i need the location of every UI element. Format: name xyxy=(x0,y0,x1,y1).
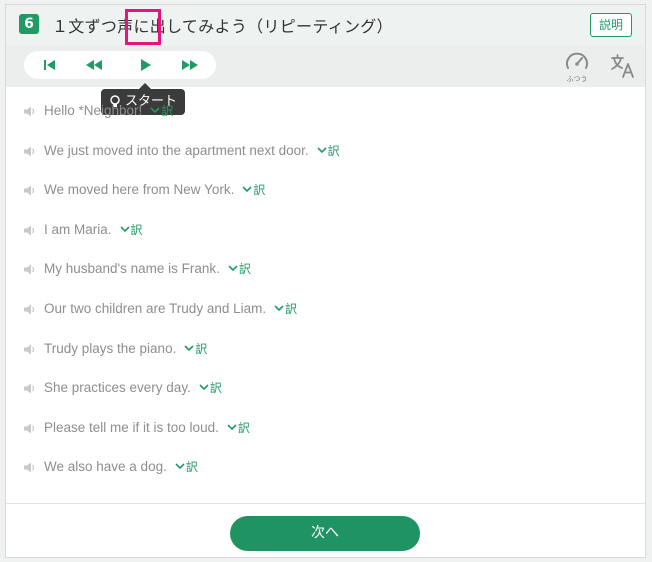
translate-toggle[interactable]: 訳 xyxy=(274,300,297,317)
sentence-label: She practices every day. xyxy=(44,380,191,396)
speaker-icon[interactable] xyxy=(23,224,36,237)
speaker-icon[interactable] xyxy=(23,343,36,356)
fast-forward-icon xyxy=(182,60,198,70)
sentence-label: Our two children are Trudy and Liam. xyxy=(44,300,267,316)
sentence-list: Hello *Neighbor! 訳 We just moved into the… xyxy=(6,102,645,501)
play-icon xyxy=(141,59,151,71)
skip-to-start-icon xyxy=(44,60,55,70)
play-button-highlight xyxy=(125,9,161,45)
playback-speed-button[interactable]: ふつう xyxy=(563,51,591,83)
sentence-row: Hello *Neighbor! 訳 xyxy=(6,102,645,145)
translate-label: 訳 xyxy=(185,460,198,475)
speaker-icon[interactable] xyxy=(23,105,36,118)
sentence-label: Hello *Neighbor! xyxy=(44,103,143,118)
sentence-text: Please tell me if it is too loud. 訳 xyxy=(44,419,250,436)
translate-label: 訳 xyxy=(209,381,222,396)
translate-icon xyxy=(611,54,634,78)
translate-label: 訳 xyxy=(238,262,251,277)
translate-label: 訳 xyxy=(130,222,143,237)
step-badge: 6 xyxy=(19,14,39,34)
translate-toggle[interactable]: 訳 xyxy=(227,419,250,436)
panel-header: 6 １文ずつ声に出してみよう（リピーティング） 説明 xyxy=(6,5,645,45)
sentence-row: We also have a dog. 訳 xyxy=(6,458,645,501)
translate-button[interactable] xyxy=(610,53,636,79)
translate-toggle[interactable]: 訳 xyxy=(317,142,340,159)
panel-footer: 次へ xyxy=(6,503,645,557)
chevron-down-icon xyxy=(242,186,252,193)
audio-player-controls xyxy=(24,51,216,79)
sentence-row: I am Maria. 訳 xyxy=(6,221,645,264)
translate-label: 訳 xyxy=(285,301,298,316)
chevron-down-icon xyxy=(175,463,185,470)
audio-toolbar: ふつう xyxy=(6,45,645,87)
chevron-down-icon xyxy=(227,424,237,430)
sentence-text: We also have a dog. 訳 xyxy=(44,458,198,475)
sentence-row: She practices every day. 訳 xyxy=(6,379,645,422)
sentence-text: My husband's name is Frank. 訳 xyxy=(44,260,251,277)
translate-toggle[interactable]: 訳 xyxy=(184,340,207,357)
translate-toggle[interactable]: 訳 xyxy=(175,458,198,475)
speaker-icon[interactable] xyxy=(23,461,36,474)
sentence-row: My husband's name is Frank. 訳 xyxy=(6,260,645,303)
translate-label: 訳 xyxy=(195,341,208,356)
translate-label: 訳 xyxy=(161,104,174,118)
sentence-row: We moved here from New York. 訳 xyxy=(6,181,645,224)
skip-to-start-button[interactable] xyxy=(32,51,68,79)
translate-toggle[interactable]: 訳 xyxy=(150,102,173,119)
sentence-text: Our two children are Trudy and Liam. 訳 xyxy=(44,300,297,317)
speaker-icon[interactable] xyxy=(23,184,36,197)
sentence-label: We just moved into the apartment next do… xyxy=(44,142,309,158)
speaker-icon[interactable] xyxy=(23,145,36,158)
play-button[interactable] xyxy=(128,51,164,79)
chevron-down-icon xyxy=(199,384,209,391)
repeating-panel: 6 １文ずつ声に出してみよう（リピーティング） 説明 ふつう スタート Hell… xyxy=(5,4,646,558)
speaker-icon[interactable] xyxy=(23,263,36,276)
chevron-down-icon xyxy=(150,107,160,114)
speaker-icon[interactable] xyxy=(23,303,36,316)
chevron-down-icon xyxy=(184,344,194,351)
sentence-text: Trudy plays the piano. 訳 xyxy=(44,340,207,357)
rewind-icon xyxy=(86,60,102,70)
speaker-icon[interactable] xyxy=(23,422,36,435)
sentence-text: We moved here from New York. 訳 xyxy=(44,181,265,198)
rewind-button[interactable] xyxy=(76,51,112,79)
chevron-down-icon xyxy=(274,305,284,312)
sentence-row: Trudy plays the piano. 訳 xyxy=(6,340,645,383)
chevron-down-icon xyxy=(119,226,130,232)
speedometer-icon xyxy=(566,52,588,69)
page-title: １文ずつ声に出してみよう（リピーティング） xyxy=(52,17,393,36)
translate-toggle[interactable]: 訳 xyxy=(199,379,222,396)
sentence-row: Please tell me if it is too loud. 訳 xyxy=(6,419,645,462)
sentence-label: Trudy plays the piano. xyxy=(44,340,177,356)
translate-label: 訳 xyxy=(327,143,340,158)
sentence-label: Please tell me if it is too loud. xyxy=(44,419,219,435)
speaker-icon[interactable] xyxy=(23,382,36,395)
sentence-label: We moved here from New York. xyxy=(44,182,235,198)
sentence-label: My husband's name is Frank. xyxy=(44,261,220,277)
translate-toggle[interactable]: 訳 xyxy=(119,221,143,238)
sentence-label: I am Maria. xyxy=(44,221,112,237)
translate-label: 訳 xyxy=(237,420,250,435)
translate-label: 訳 xyxy=(253,183,266,198)
sentence-row: Our two children are Trudy and Liam. 訳 xyxy=(6,300,645,343)
explain-button[interactable]: 説明 xyxy=(590,13,632,37)
chevron-down-icon xyxy=(317,147,327,153)
translate-toggle[interactable]: 訳 xyxy=(242,181,265,198)
sentence-text: We just moved into the apartment next do… xyxy=(44,142,340,159)
speed-caption: ふつう xyxy=(566,75,588,83)
sentence-text: Hello *Neighbor! 訳 xyxy=(44,102,173,119)
sentence-label: We also have a dog. xyxy=(44,459,167,475)
chevron-down-icon xyxy=(228,265,238,272)
fast-forward-button[interactable] xyxy=(172,51,208,79)
sentence-text: I am Maria. 訳 xyxy=(44,221,143,238)
translate-toggle[interactable]: 訳 xyxy=(228,260,251,277)
sentence-text: She practices every day. 訳 xyxy=(44,379,222,396)
sentence-row: We just moved into the apartment next do… xyxy=(6,142,645,185)
next-button[interactable]: 次へ xyxy=(230,516,420,551)
